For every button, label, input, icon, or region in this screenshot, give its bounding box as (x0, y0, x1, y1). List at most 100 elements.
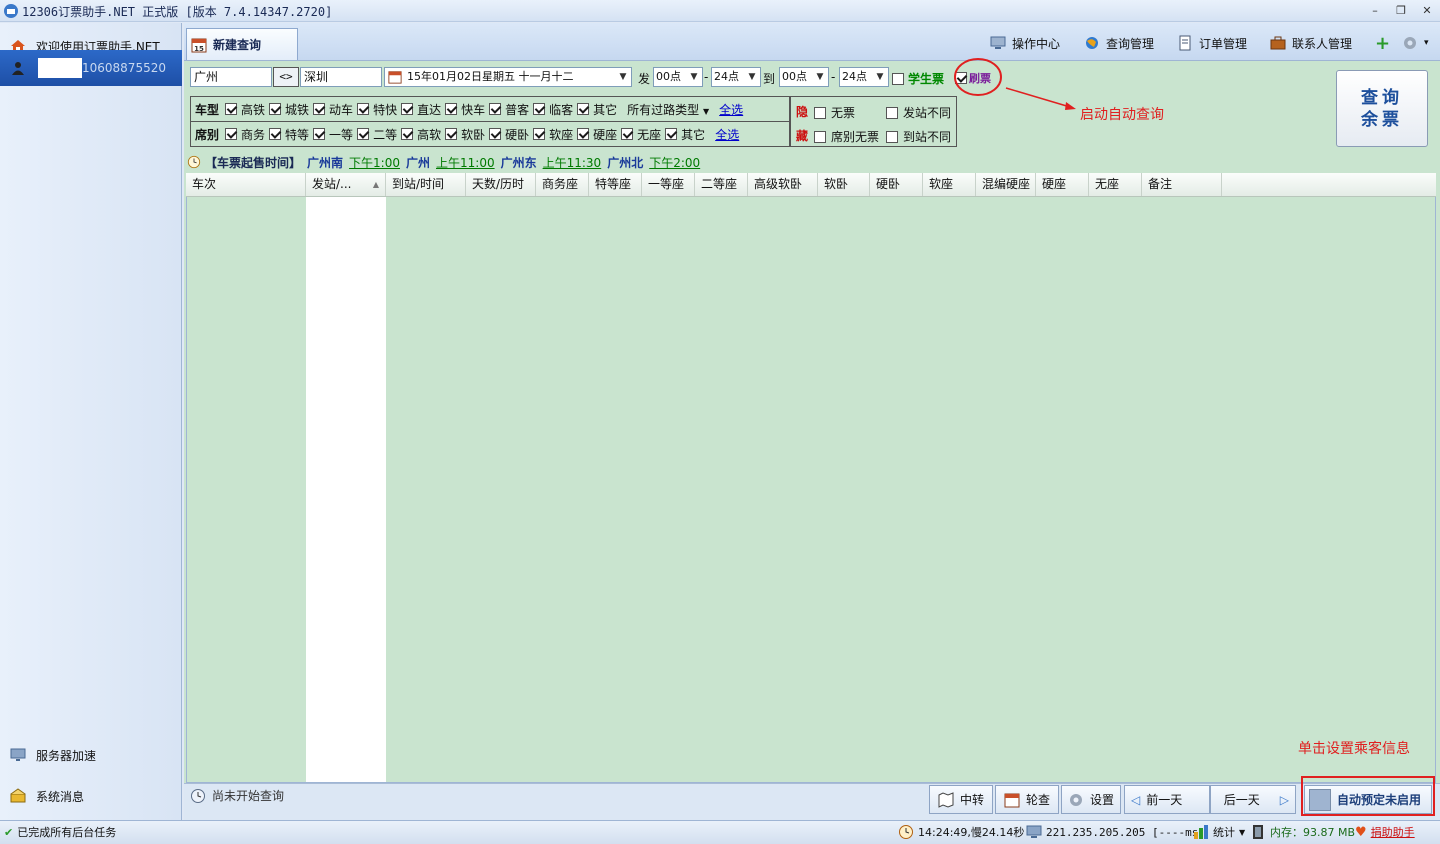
train-type-8-checkbox[interactable] (577, 103, 590, 115)
seat-type-0-option[interactable]: 商务 (225, 126, 265, 143)
sale-time-0[interactable]: 下午1:00 (349, 154, 400, 171)
donate-link[interactable]: ♥ 捐助助手 (1355, 824, 1415, 840)
seat-type-10-option[interactable]: 其它 (665, 126, 705, 143)
seat-type-1-checkbox[interactable] (269, 128, 282, 140)
auto-book-button[interactable]: 自动预定未启用 (1304, 785, 1432, 814)
column-header-8[interactable]: 高级软卧 (748, 173, 818, 196)
seat-type-4-checkbox[interactable] (401, 128, 414, 140)
train-type-select-all[interactable]: 全选 (719, 101, 743, 118)
train-type-4-checkbox[interactable] (401, 103, 414, 115)
seat-type-1-option[interactable]: 特等 (269, 126, 309, 143)
maximize-button[interactable]: ❐ (1392, 3, 1410, 19)
column-header-10[interactable]: 硬卧 (870, 173, 923, 196)
train-type-1-checkbox[interactable] (269, 103, 282, 115)
seat-type-8-checkbox[interactable] (577, 128, 590, 140)
column-header-11[interactable]: 软座 (923, 173, 976, 196)
pass-type-select[interactable]: 所有过路类型 ▼ (627, 101, 709, 118)
settings-menu[interactable]: ▾ (1402, 33, 1429, 53)
column-header-15[interactable]: 备注 (1142, 173, 1222, 196)
column-header-14[interactable]: 无座 (1089, 173, 1142, 196)
seat-type-6-option[interactable]: 硬卧 (489, 126, 529, 143)
hide-diff-depart-checkbox[interactable] (886, 106, 898, 119)
column-header-12[interactable]: 混编硬座 (976, 173, 1036, 196)
column-header-0[interactable]: 车次 (186, 173, 306, 196)
transfer-button[interactable]: 中转 (929, 785, 993, 814)
sidebar-item-system-message[interactable]: 系统消息 (0, 778, 182, 814)
seat-type-7-option[interactable]: 软座 (533, 126, 573, 143)
hide-seat-no-ticket-option[interactable]: 席别无票 (814, 128, 879, 145)
column-header-3[interactable]: 天数/历时 (466, 173, 536, 196)
train-type-1-option[interactable]: 城铁 (269, 101, 309, 118)
student-ticket-checkbox[interactable] (892, 72, 904, 85)
train-type-6-checkbox[interactable] (489, 103, 502, 115)
train-type-7-option[interactable]: 临客 (533, 101, 573, 118)
nav-order-manage[interactable]: 订单管理 (1177, 33, 1247, 53)
seat-type-3-checkbox[interactable] (357, 128, 370, 140)
next-day-button[interactable]: 后一天 ▷ (1210, 785, 1296, 814)
seat-type-8-option[interactable]: 硬座 (577, 126, 617, 143)
nav-operation-center[interactable]: 操作中心 (990, 33, 1060, 53)
minimize-button[interactable]: – (1366, 3, 1384, 19)
student-ticket-option[interactable]: 学生票 (892, 70, 944, 87)
seat-type-2-option[interactable]: 一等 (313, 126, 353, 143)
status-server[interactable]: 221.235.205.205 [----ms] (1026, 824, 1205, 840)
train-type-7-checkbox[interactable] (533, 103, 546, 115)
seat-type-7-checkbox[interactable] (533, 128, 546, 140)
hide-diff-arrive-option[interactable]: 到站不同 (886, 128, 951, 145)
seat-type-9-checkbox[interactable] (621, 128, 634, 140)
train-type-4-option[interactable]: 直达 (401, 101, 441, 118)
column-header-5[interactable]: 特等座 (589, 173, 642, 196)
seat-type-0-checkbox[interactable] (225, 128, 238, 140)
settings-button[interactable]: 设置 (1061, 785, 1121, 814)
train-type-6-option[interactable]: 普客 (489, 101, 529, 118)
seat-type-3-option[interactable]: 二等 (357, 126, 397, 143)
train-type-8-option[interactable]: 其它 (577, 101, 617, 118)
train-type-3-option[interactable]: 特快 (357, 101, 397, 118)
status-stats[interactable]: 统计 ▼ (1193, 824, 1245, 840)
hide-no-ticket-option[interactable]: 无票 (814, 104, 855, 121)
seat-type-10-checkbox[interactable] (665, 128, 678, 140)
rotate-query-button[interactable]: 轮查 (995, 785, 1059, 814)
seat-type-9-option[interactable]: 无座 (621, 126, 661, 143)
arrive-to-select[interactable]: 24点 ▼ (839, 67, 889, 87)
add-icon[interactable]: + (1375, 33, 1390, 54)
column-header-7[interactable]: 二等座 (695, 173, 748, 196)
tab-new-query[interactable]: 15 新建查询 (186, 28, 298, 60)
sale-time-1[interactable]: 上午11:00 (436, 154, 495, 171)
nav-query-manage[interactable]: 查询管理 (1084, 33, 1154, 53)
train-type-5-checkbox[interactable] (445, 103, 458, 115)
nav-contacts-manage[interactable]: 联系人管理 (1270, 33, 1352, 53)
column-header-6[interactable]: 一等座 (642, 173, 695, 196)
seat-type-5-option[interactable]: 软卧 (445, 126, 485, 143)
hide-diff-arrive-checkbox[interactable] (886, 130, 898, 143)
train-type-0-checkbox[interactable] (225, 103, 238, 115)
seat-type-5-checkbox[interactable] (445, 128, 458, 140)
from-station-input[interactable]: 广州 (190, 67, 272, 87)
column-header-13[interactable]: 硬座 (1036, 173, 1089, 196)
prev-day-button[interactable]: ◁ 前一天 (1124, 785, 1210, 814)
column-header-9[interactable]: 软卧 (818, 173, 870, 196)
seat-type-6-checkbox[interactable] (489, 128, 502, 140)
train-type-0-option[interactable]: 高铁 (225, 101, 265, 118)
hide-diff-depart-option[interactable]: 发站不同 (886, 104, 951, 121)
swap-stations-button[interactable]: <> (273, 67, 299, 87)
seat-type-select-all[interactable]: 全选 (715, 126, 739, 143)
hide-no-ticket-checkbox[interactable] (814, 106, 826, 119)
to-station-input[interactable]: 深圳 (300, 67, 382, 87)
depart-to-select[interactable]: 24点 ▼ (711, 67, 761, 87)
column-header-4[interactable]: 商务座 (536, 173, 589, 196)
seat-type-4-option[interactable]: 高软 (401, 126, 441, 143)
sidebar-item-user[interactable]: 10608875520 (0, 50, 182, 86)
sale-time-2[interactable]: 上午11:30 (543, 154, 602, 171)
train-type-2-checkbox[interactable] (313, 103, 326, 115)
column-header-1[interactable]: 发站/... ▲ (306, 173, 386, 196)
hide-seat-no-ticket-checkbox[interactable] (814, 130, 826, 143)
column-header-2[interactable]: 到站/时间 (386, 173, 466, 196)
date-select[interactable]: 15年01月02日星期五 十一月十二 ▼ (384, 67, 632, 87)
train-type-5-option[interactable]: 快车 (445, 101, 485, 118)
seat-type-2-checkbox[interactable] (313, 128, 326, 140)
sale-time-3[interactable]: 下午2:00 (649, 154, 700, 171)
depart-from-select[interactable]: 00点 ▼ (653, 67, 703, 87)
sidebar-item-server-boost[interactable]: 服务器加速 (0, 737, 182, 773)
arrive-from-select[interactable]: 00点 ▼ (779, 67, 829, 87)
